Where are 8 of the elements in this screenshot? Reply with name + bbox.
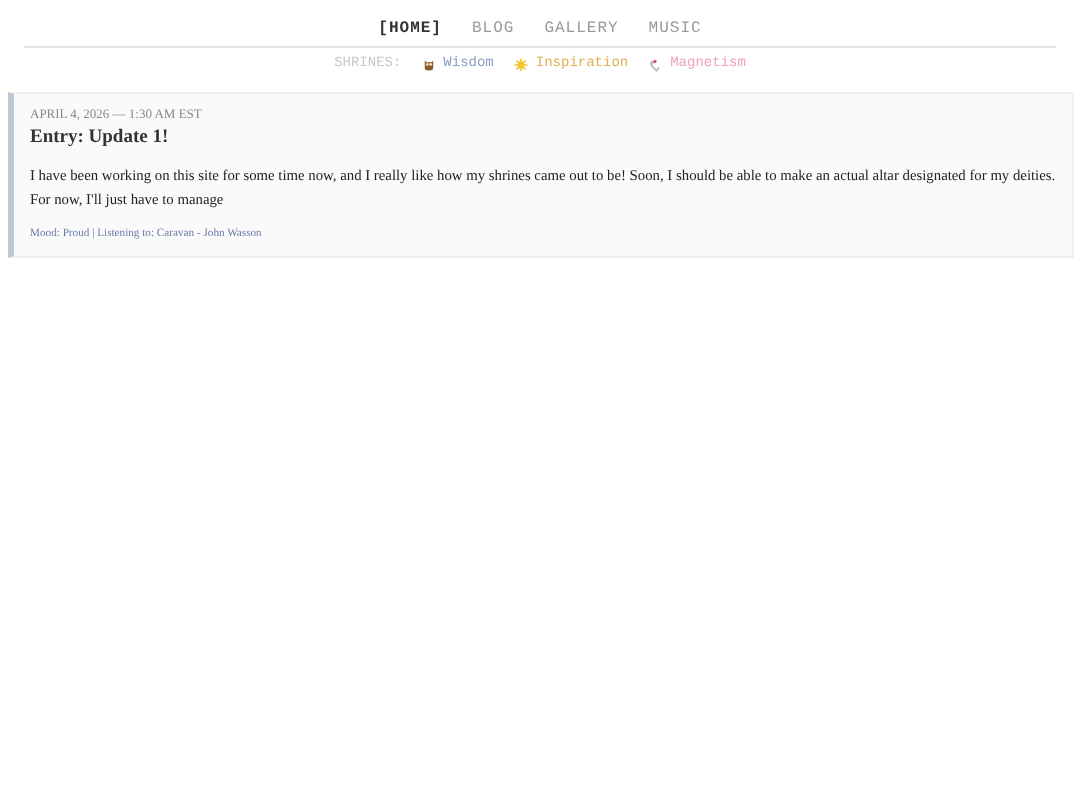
nav-link[interactable]: [HOME] [378, 20, 442, 38]
nav-link[interactable]: GALLERY [544, 20, 619, 38]
nav-link[interactable]: BLOG [471, 20, 515, 38]
entry-title: Entry: Update 1! [30, 128, 171, 148]
sun-icon [513, 57, 528, 71]
nav-link[interactable]: MUSIC [648, 20, 702, 38]
owl-icon [421, 57, 436, 71]
magnet-icon [648, 57, 663, 71]
